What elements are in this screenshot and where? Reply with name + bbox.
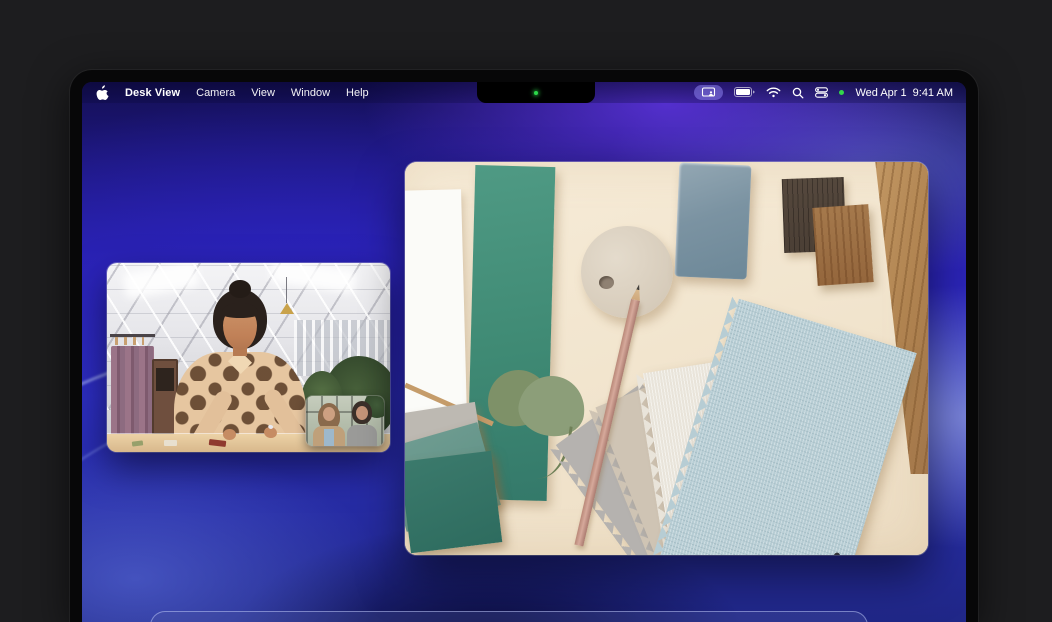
- pendant-lamp: [280, 303, 294, 314]
- spotlight-search-icon[interactable]: [792, 87, 804, 99]
- laptop-screen: Desk View Camera View Window Help: [82, 82, 966, 622]
- presenter-face: [223, 306, 257, 350]
- camera-notch: [477, 82, 595, 103]
- menu-camera[interactable]: Camera: [196, 87, 235, 99]
- wifi-icon[interactable]: [766, 87, 781, 98]
- pip-participants-tile[interactable]: [306, 396, 384, 446]
- clock-date: Wed Apr 1: [855, 87, 906, 99]
- pip-man-body: [347, 425, 377, 446]
- blue-gray-glazed-tile: [675, 162, 752, 279]
- menu-bar-clock[interactable]: Wed Apr 1 9:41 AM: [855, 87, 953, 99]
- apple-menu-icon[interactable]: [96, 85, 109, 100]
- desk-view-status-icon[interactable]: [694, 85, 723, 100]
- dark-teal-sample-card: [405, 451, 502, 554]
- camera-indicator-light: [534, 91, 538, 95]
- camera-in-use-dot: [839, 90, 844, 95]
- felt-coaster: [581, 226, 673, 318]
- menu-help[interactable]: Help: [346, 87, 369, 99]
- macbook-pro: Desk View Camera View Window Help: [0, 0, 1052, 622]
- brown-wood-sample: [812, 204, 873, 286]
- menu-app-name[interactable]: Desk View: [125, 87, 180, 99]
- desk-object-card: [164, 440, 177, 446]
- menu-view[interactable]: View: [251, 87, 275, 99]
- menu-window[interactable]: Window: [291, 87, 330, 99]
- laptop-bezel: Desk View Camera View Window Help: [70, 70, 978, 622]
- control-center-icon[interactable]: [815, 87, 828, 98]
- desk-view-window[interactable]: [405, 162, 928, 555]
- facetime-call-window[interactable]: [107, 263, 390, 452]
- pip-woman-body: [313, 426, 345, 446]
- pip-man-face: [356, 406, 368, 420]
- clothing-rack: [111, 346, 153, 446]
- dock[interactable]: [150, 611, 868, 622]
- pip-woman-face: [323, 407, 335, 421]
- battery-icon[interactable]: [734, 87, 755, 98]
- clock-time: 9:41 AM: [913, 87, 953, 99]
